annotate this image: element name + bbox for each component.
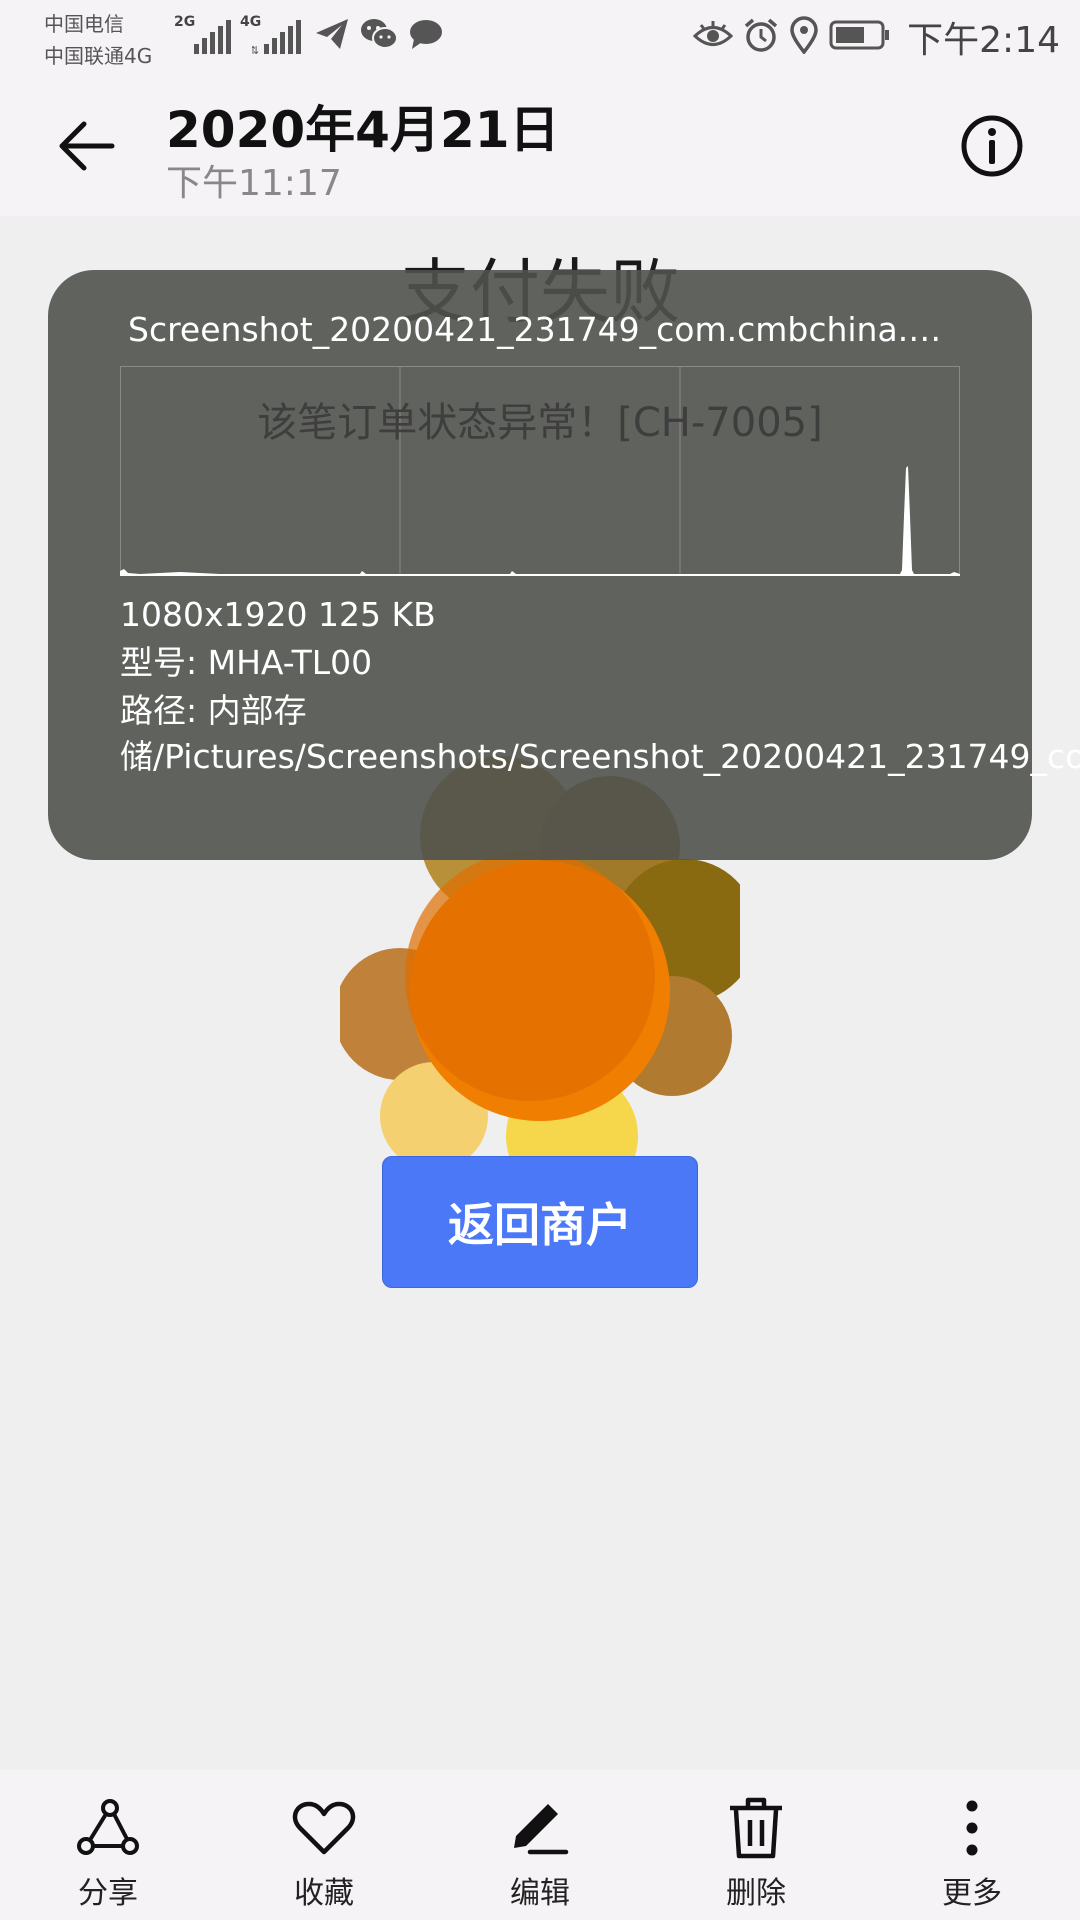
device-model-info: 型号: MHA-TL00 [120, 643, 373, 682]
battery-icon [829, 20, 891, 54]
share-label: 分享 [78, 1876, 138, 1911]
location-icon [789, 16, 819, 58]
telegram-icon [314, 17, 350, 55]
image-details-panel: Screenshot_20200421_231749_com.cmbchina.… [48, 270, 1080, 860]
edit-icon [508, 1796, 572, 1860]
more-button[interactable]: 更多 [864, 1770, 1080, 1920]
return-merchant-button[interactable]: 返回商户 [382, 1156, 698, 1288]
network-2g-label: 2G [174, 14, 196, 30]
info-icon [961, 115, 1023, 177]
carrier-1-label: 中国电信 [44, 12, 124, 36]
heart-icon [292, 1796, 356, 1860]
carrier-2-label: 中国联通4G [44, 44, 153, 68]
file-name: Screenshot_20200421_231749_com.cmbchina.… [128, 310, 958, 349]
network-4g-label: 4G [240, 14, 262, 30]
back-button[interactable] [50, 110, 122, 182]
favorite-label: 收藏 [294, 1876, 354, 1911]
file-path-info: 路径: 内部存储/Pictures/Screenshots/Screenshot… [120, 691, 1080, 776]
signal-4g-icon: 4G ⇅ [240, 14, 304, 57]
info-button[interactable] [954, 108, 1030, 184]
share-icon [76, 1796, 140, 1860]
status-icons-left: 2G 4G ⇅ [174, 14, 444, 58]
delete-button[interactable]: 删除 [648, 1770, 864, 1920]
order-error-message: 该笔订单状态异常！[CH-7005] [257, 400, 823, 446]
wechat-icon [360, 17, 398, 55]
status-icons-right: 下午2:14 [692, 14, 1060, 61]
svg-text:⇅: ⇅ [252, 44, 259, 56]
more-icon [962, 1796, 982, 1860]
more-label: 更多 [942, 1876, 1002, 1911]
eye-icon [692, 19, 734, 55]
page-subtitle: 下午11:17 [166, 163, 342, 204]
screen: 中国电信 中国联通4G 2G 4G ⇅ 下午2:14 2020年4月21日 下午… [0, 0, 1080, 1920]
signal-2g-icon: 2G [174, 14, 234, 56]
trash-icon [726, 1796, 786, 1860]
image-size-info: 1080x1920 125 KB [120, 595, 436, 634]
alarm-icon [743, 17, 779, 57]
favorite-button[interactable]: 收藏 [216, 1770, 432, 1920]
page-title: 2020年4月21日 [166, 101, 560, 159]
edit-label: 编辑 [510, 1876, 570, 1911]
bottom-action-bar: 分享 收藏 编辑 删除 更多 [0, 1770, 1080, 1920]
message-icon [408, 17, 444, 55]
status-bar: 中国电信 中国联通4G 2G 4G ⇅ 下午2:14 [0, 0, 1080, 76]
share-button[interactable]: 分享 [0, 1770, 216, 1920]
edit-button[interactable]: 编辑 [432, 1770, 648, 1920]
arrow-left-icon [59, 121, 115, 171]
app-header: 2020年4月21日 下午11:17 [0, 76, 1080, 216]
delete-label: 删除 [726, 1876, 786, 1911]
status-time: 下午2:14 [907, 20, 1060, 61]
